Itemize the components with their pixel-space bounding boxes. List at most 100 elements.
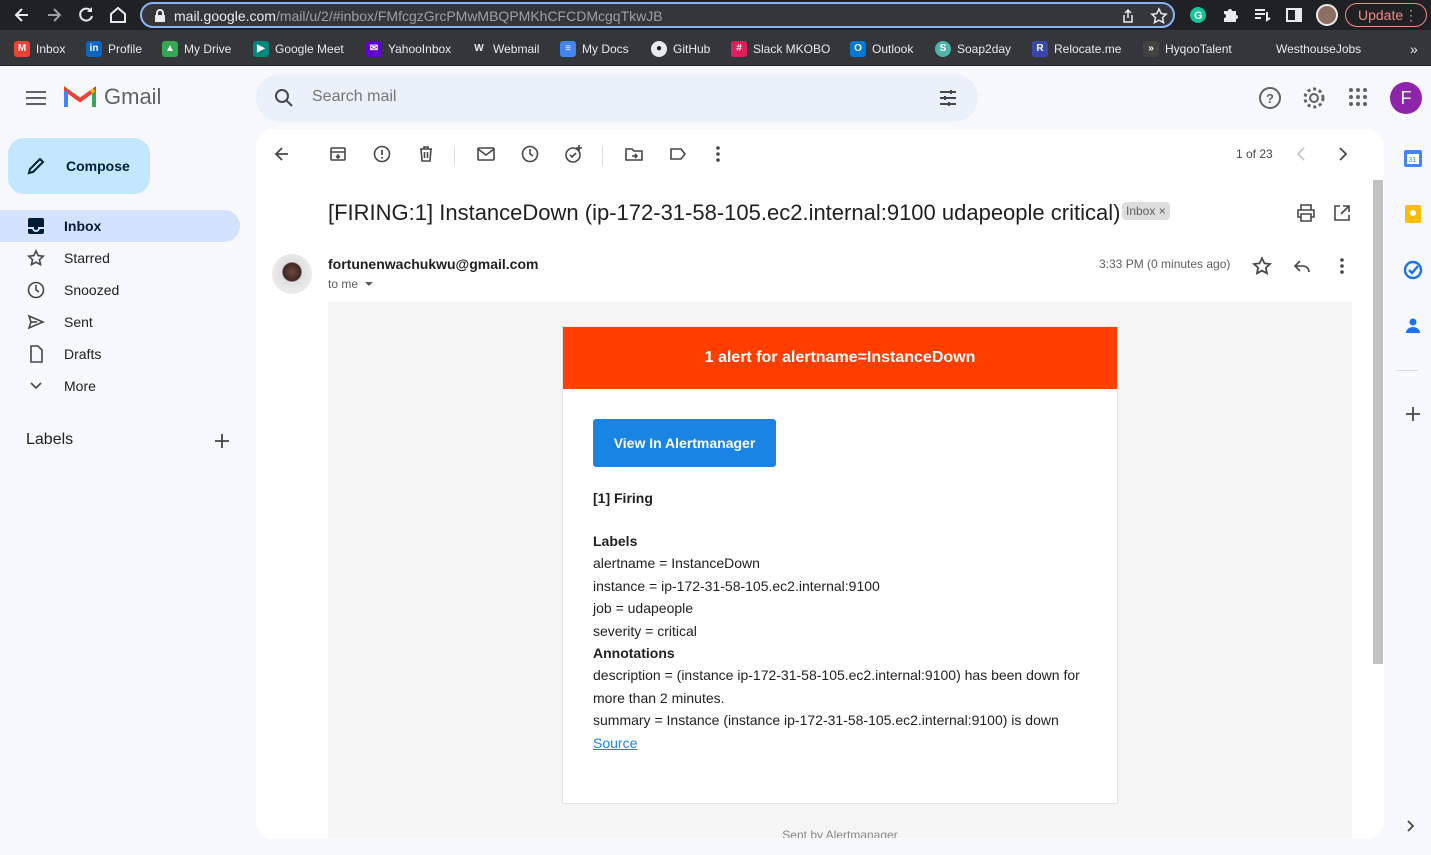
- profile-avatar[interactable]: [1316, 4, 1338, 26]
- compose-button[interactable]: Compose: [8, 138, 150, 194]
- remove-label-icon[interactable]: ×: [1159, 204, 1166, 218]
- settings-gear-icon[interactable]: [1302, 86, 1326, 110]
- send-icon: [27, 314, 45, 330]
- address-bar[interactable]: mail.google.com/mail/u/2/#inbox/FMfcgzGr…: [140, 2, 1175, 28]
- reading-list-icon[interactable]: [1253, 6, 1271, 24]
- message-scrollbar[interactable]: [1373, 180, 1383, 664]
- sidebar-item-more[interactable]: More: [0, 370, 240, 402]
- alert-header: 1 alert for alertname=InstanceDown: [563, 327, 1117, 389]
- report-spam-icon[interactable]: [372, 144, 392, 164]
- apps-grid-icon[interactable]: [1347, 86, 1369, 108]
- pencil-icon: [27, 157, 45, 175]
- reload-icon[interactable]: [76, 5, 96, 25]
- labels-title: Labels: [593, 533, 638, 549]
- view-in-alertmanager-button[interactable]: View In Alertmanager: [593, 419, 776, 467]
- get-addons-plus-icon[interactable]: [1403, 404, 1423, 424]
- contacts-icon[interactable]: [1403, 316, 1423, 336]
- gmail-app: Gmail ? F Compose Inbox Starred Snoozed …: [0, 66, 1431, 855]
- forward-arrow-icon[interactable]: [44, 5, 64, 25]
- tasks-icon[interactable]: [1403, 260, 1423, 280]
- sidebar-item-inbox[interactable]: Inbox: [0, 210, 240, 242]
- docs-icon: ≡: [560, 41, 576, 57]
- archive-icon[interactable]: [328, 144, 348, 164]
- more-options-icon[interactable]: [708, 144, 728, 164]
- help-icon[interactable]: ?: [1258, 86, 1282, 110]
- sender-email[interactable]: fortunenwachukwu@gmail.com: [328, 256, 538, 272]
- main-menu-icon[interactable]: [22, 86, 50, 110]
- bookmarks-overflow-icon[interactable]: »: [1410, 41, 1418, 57]
- outlook-icon: O: [850, 41, 866, 57]
- search-icon[interactable]: [274, 88, 294, 108]
- open-new-window-icon[interactable]: [1332, 203, 1352, 223]
- extensions-puzzle-icon[interactable]: [1221, 6, 1239, 24]
- lock-icon[interactable]: [154, 9, 166, 23]
- bookmark-profile[interactable]: in Profile: [86, 41, 142, 57]
- westhouse-icon: [1254, 41, 1270, 57]
- url-text[interactable]: mail.google.com/mail/u/2/#inbox/FMfcgzGr…: [174, 8, 663, 24]
- bookmark-relocate-me[interactable]: R Relocate.me: [1032, 41, 1121, 57]
- sidebar-item-drafts[interactable]: Drafts: [0, 338, 240, 370]
- bookmark-my-docs[interactable]: ≡ My Docs: [560, 41, 629, 57]
- star-message-icon[interactable]: [1252, 256, 1272, 276]
- search-bar[interactable]: [256, 74, 978, 122]
- inbox-label-chip[interactable]: Inbox ×: [1122, 202, 1170, 220]
- recipient-details[interactable]: to me: [328, 277, 374, 291]
- message-time: 3:33 PM (0 minutes ago): [1099, 257, 1231, 271]
- sidebar-item-starred[interactable]: Starred: [0, 242, 240, 274]
- label-line: instance = ip-172-31-58-105.ec2.internal…: [593, 577, 880, 594]
- print-icon[interactable]: [1296, 203, 1316, 223]
- bookmark-inbox[interactable]: M Inbox: [14, 41, 65, 57]
- caret-down-icon[interactable]: [364, 281, 374, 287]
- side-panel: 31: [1384, 66, 1431, 855]
- mark-unread-icon[interactable]: [476, 144, 496, 164]
- alert-details: [1] Firing Labels alertname = InstanceDo…: [593, 487, 1093, 754]
- bookmark-slack-mkobo[interactable]: # Slack MKOBO: [731, 41, 830, 57]
- relocate-icon: R: [1032, 41, 1048, 57]
- side-panel-icon[interactable]: [1285, 6, 1303, 24]
- bookmark-yahooinbox[interactable]: ✉ YahooInbox: [366, 41, 451, 57]
- back-arrow-icon[interactable]: [12, 5, 32, 25]
- move-to-folder-icon[interactable]: [624, 144, 644, 164]
- message-more-options-icon[interactable]: [1332, 256, 1352, 276]
- snooze-clock-icon[interactable]: [520, 144, 540, 164]
- bookmark-westhousejobs[interactable]: WesthouseJobs: [1254, 41, 1361, 57]
- bookmark-outlook[interactable]: O Outlook: [850, 41, 913, 57]
- bookmark-google-meet[interactable]: ▶ Google Meet: [253, 41, 344, 57]
- sidebar-item-snoozed[interactable]: Snoozed: [0, 274, 240, 306]
- inbox-chip-label: Inbox: [1126, 204, 1156, 218]
- message-pane: 1 of 23 [FIRING:1] InstanceDown (ip-172-…: [256, 130, 1384, 838]
- grammarly-icon[interactable]: G: [1189, 6, 1207, 24]
- newer-chevron-left-icon[interactable]: [1292, 144, 1312, 164]
- search-input[interactable]: [312, 88, 872, 106]
- search-options-icon[interactable]: [938, 88, 958, 108]
- bookmarks-bar: M Inbox in Profile ▲ My Drive ▶ Google Meet …: [0, 30, 1431, 66]
- update-button[interactable]: Update ⋮: [1345, 3, 1427, 27]
- delete-trash-icon[interactable]: [416, 144, 436, 164]
- gmail-logo[interactable]: Gmail: [64, 84, 161, 110]
- chevron-down-icon: [30, 382, 42, 390]
- annotations-title: Annotations: [593, 645, 675, 662]
- older-chevron-right-icon[interactable]: [1332, 144, 1352, 164]
- show-side-panel-chevron-icon[interactable]: [1403, 818, 1419, 834]
- add-label-icon[interactable]: [212, 431, 232, 451]
- label-tag-icon[interactable]: [668, 144, 688, 164]
- share-icon[interactable]: [1120, 8, 1136, 24]
- toolbar-divider: [602, 146, 603, 166]
- source-link[interactable]: Source: [593, 735, 637, 751]
- reply-icon[interactable]: [1292, 256, 1312, 276]
- webmail-icon: W: [474, 43, 484, 54]
- keep-notes-icon[interactable]: [1403, 204, 1423, 224]
- bookmark-hyqootalent[interactable]: » HyqooTalent: [1143, 41, 1232, 57]
- bookmark-webmail[interactable]: W Webmail: [471, 41, 539, 57]
- sender-avatar[interactable]: [272, 254, 312, 294]
- sent-by-footer: Sent by Alertmanager: [782, 828, 898, 838]
- bookmark-star-icon[interactable]: [1150, 7, 1168, 25]
- bookmark-github[interactable]: ● GitHub: [651, 41, 710, 57]
- sidebar-item-sent[interactable]: Sent: [0, 306, 240, 338]
- back-to-inbox-icon[interactable]: [272, 144, 292, 164]
- calendar-icon[interactable]: 31: [1403, 148, 1423, 168]
- bookmark-my-drive[interactable]: ▲ My Drive: [162, 41, 231, 57]
- home-icon[interactable]: [108, 5, 128, 25]
- add-to-tasks-icon[interactable]: [564, 144, 584, 164]
- bookmark-soap2day[interactable]: S Soap2day: [935, 41, 1011, 57]
